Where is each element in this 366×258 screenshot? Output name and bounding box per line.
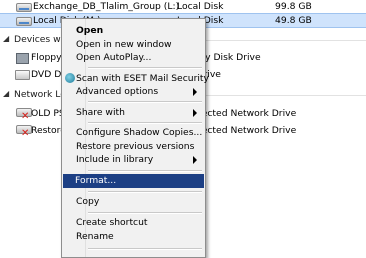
menu-item-label: Open — [76, 25, 104, 36]
drive-name: Exchange_DB_Tlalim_Group (L:) — [33, 1, 180, 12]
menu-item-open-autoplay[interactable]: Open AutoPlay... — [64, 51, 203, 65]
menu-item-create-shortcut[interactable]: Create shortcut — [64, 216, 203, 230]
menu-separator — [88, 248, 202, 250]
menu-item-rename[interactable]: Rename — [64, 230, 203, 244]
context-menu: Open Open in new window Open AutoPlay...… — [61, 18, 209, 258]
drive-row-l[interactable]: Exchange_DB_Tlalim_Group (L:) Local Disk… — [0, 0, 366, 14]
drive-size: 49.8 GB — [275, 15, 312, 26]
submenu-arrow-icon — [193, 156, 197, 164]
submenu-arrow-icon — [193, 109, 197, 117]
menu-item-label: Copy — [76, 196, 100, 207]
disconnected-icon: ✕ — [21, 111, 30, 122]
menu-item-configure-shadow-copies[interactable]: Configure Shadow Copies... — [64, 126, 203, 140]
drive-size: 99.8 GB — [275, 1, 312, 12]
menu-item-advanced-options[interactable]: Advanced options — [64, 85, 203, 99]
menu-item-share-with[interactable]: Share with — [64, 106, 203, 120]
menu-separator — [88, 170, 202, 172]
menu-item-label: Advanced options — [76, 86, 159, 97]
collapse-triangle-icon[interactable]: ◢ — [3, 89, 9, 98]
menu-item-label: Open AutoPlay... — [76, 52, 152, 63]
menu-item-include-in-library[interactable]: Include in library — [64, 153, 203, 167]
menu-item-format[interactable]: Format... — [63, 174, 204, 188]
menu-item-label: Open in new window — [76, 39, 172, 50]
disconnected-icon: ✕ — [21, 128, 30, 139]
menu-separator — [88, 191, 202, 193]
drive-type: Local Disk — [177, 1, 224, 12]
menu-item-label: Include in library — [76, 154, 154, 165]
menu-separator — [88, 122, 202, 124]
menu-separator — [88, 212, 202, 214]
menu-item-label: Rename — [76, 231, 114, 242]
menu-item-restore-previous-versions[interactable]: Restore previous versions — [64, 140, 203, 154]
local-disk-icon — [16, 17, 32, 26]
menu-item-scan-eset[interactable]: Scan with ESET Mail Security — [64, 72, 209, 86]
menu-item-label: Create shortcut — [76, 217, 148, 228]
menu-separator — [88, 67, 202, 69]
menu-item-label: Format... — [75, 175, 117, 186]
collapse-triangle-icon[interactable]: ◢ — [3, 34, 9, 43]
menu-item-label: Scan with ESET Mail Security — [76, 73, 209, 84]
local-disk-icon — [16, 3, 32, 12]
submenu-arrow-icon — [193, 88, 197, 96]
menu-separator — [88, 101, 202, 103]
menu-item-open-new-window[interactable]: Open in new window — [64, 38, 203, 52]
menu-item-label: Restore previous versions — [76, 141, 195, 152]
menu-item-copy[interactable]: Copy — [64, 195, 203, 209]
eset-icon — [65, 73, 75, 83]
menu-item-label: Share with — [76, 107, 125, 118]
menu-item-label: Configure Shadow Copies... — [76, 127, 203, 138]
floppy-drive-icon — [16, 53, 29, 64]
dvd-drive-icon — [15, 70, 30, 80]
menu-item-open[interactable]: Open — [64, 24, 203, 38]
